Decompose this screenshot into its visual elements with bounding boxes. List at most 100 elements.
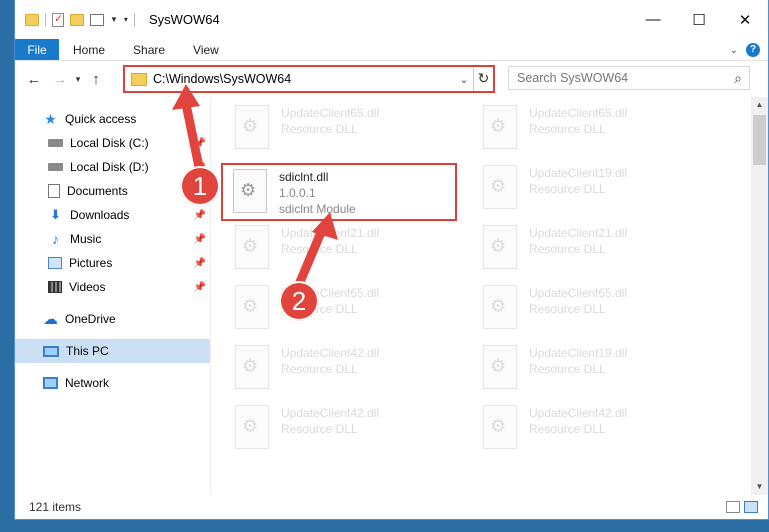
file-item[interactable]: UpdateClient65.dll Resource DLL (473, 101, 703, 157)
file-item[interactable]: UpdateClient42.dll Resource DLL (225, 401, 455, 457)
details-view-icon[interactable] (726, 501, 740, 513)
address-path[interactable]: C:\Windows\SysWOW64 (153, 72, 455, 86)
nav-item-videos[interactable]: Videos 📌 (15, 275, 210, 299)
file-name: sdiclnt.dll (279, 170, 329, 184)
file-description: Resource DLL (529, 122, 606, 136)
close-button[interactable]: ✕ (722, 0, 768, 39)
tab-view[interactable]: View (179, 39, 233, 60)
nav-item-local-disk-d[interactable]: Local Disk (D:) 📌 (15, 155, 210, 179)
tiles-view-icon[interactable] (744, 501, 758, 513)
nav-label: OneDrive (65, 312, 116, 326)
maximize-button[interactable]: ☐ (676, 0, 722, 39)
file-item[interactable]: UpdateClient19.dll Resource DLL (473, 341, 703, 397)
file-item-sdiclnt[interactable]: sdiclnt.dll 1.0.0.1 sdiclnt Module (221, 163, 457, 221)
nav-label: Downloads (70, 208, 130, 222)
search-placeholder: Search SysWOW64 (517, 71, 629, 85)
new-folder-icon[interactable] (70, 13, 84, 26)
nav-label: Quick access (65, 112, 137, 126)
chevron-down-icon[interactable]: ⌄ (455, 73, 473, 86)
file-name: UpdateClient65.dll (529, 286, 628, 300)
nav-item-downloads[interactable]: ⬇ Downloads 📌 (15, 203, 210, 227)
nav-item-quick-access[interactable]: ★ Quick access (15, 107, 210, 131)
documents-icon (48, 184, 60, 198)
file-name: UpdateClient65.dll (529, 106, 628, 120)
separator (45, 12, 46, 27)
file-description: Resource DLL (281, 362, 358, 376)
nav-item-this-pc[interactable]: This PC (15, 339, 210, 363)
dll-file-icon (235, 345, 269, 389)
nav-label: Local Disk (D:) (70, 160, 149, 174)
tab-home[interactable]: Home (59, 39, 119, 60)
minimize-button[interactable]: — (630, 0, 676, 39)
refresh-icon[interactable]: ↻ (473, 67, 493, 91)
search-icon[interactable]: ⌕ (727, 70, 749, 87)
file-description: Resource DLL (281, 122, 358, 136)
scroll-up-icon[interactable]: ▲ (751, 97, 768, 113)
file-description: Resource DLL (529, 302, 606, 316)
star-icon: ★ (44, 110, 57, 127)
properties-icon[interactable] (90, 13, 104, 26)
callout-badge-1: 1 (180, 166, 220, 206)
forward-icon[interactable]: → (49, 71, 71, 88)
nav-item-network[interactable]: Network (15, 371, 210, 395)
file-item[interactable]: UpdateClient65.dll Resource DLL (473, 281, 703, 337)
dll-file-icon (483, 225, 517, 269)
dll-file-icon (483, 345, 517, 389)
pin-icon: 📌 (193, 281, 206, 293)
ribbon-help: ⌄ ? (730, 43, 760, 57)
separator (133, 12, 135, 27)
nav-item-onedrive[interactable]: ☁ OneDrive (15, 307, 210, 331)
vertical-scrollbar[interactable]: ▲ ▼ (751, 97, 768, 495)
file-item[interactable]: UpdateClient19.dll Resource DLL (473, 161, 703, 217)
nav-label: This PC (66, 344, 109, 358)
file-description: Resource DLL (529, 242, 606, 256)
address-bar[interactable]: C:\Windows\SysWOW64 ⌄ ↻ (123, 65, 495, 93)
file-item[interactable]: UpdateClient21.dll Resource DLL (225, 221, 455, 277)
window-title: SysWOW64 (148, 12, 220, 27)
file-name: UpdateClient19.dll (529, 346, 628, 360)
properties-check-icon[interactable] (52, 12, 64, 27)
nav-item-pictures[interactable]: Pictures 📌 (15, 251, 210, 275)
tab-share[interactable]: Share (119, 39, 179, 60)
file-name: UpdateClient42.dll (281, 346, 380, 360)
nav-item-music[interactable]: ♪ Music 📌 (15, 227, 210, 251)
network-icon (43, 377, 58, 389)
music-icon: ♪ (52, 231, 59, 247)
customize-toolbar-icon[interactable]: ▾ (124, 15, 128, 24)
file-description: sdiclnt Module (279, 202, 356, 216)
up-icon[interactable]: ↑ (85, 71, 107, 88)
nav-item-local-disk-c[interactable]: Local Disk (C:) 📌 (15, 131, 210, 155)
callout-badge-2: 2 (279, 281, 319, 321)
tab-file[interactable]: File (15, 39, 59, 60)
nav-label: Music (70, 232, 102, 246)
file-item[interactable]: UpdateClient42.dll Resource DLL (473, 401, 703, 457)
file-version: 1.0.0.1 (279, 186, 316, 200)
content-area: ★ Quick access Local Disk (C:) 📌 Local D… (15, 97, 768, 495)
file-description: Resource DLL (529, 422, 606, 436)
file-name: UpdateClient42.dll (529, 406, 628, 420)
expand-ribbon-icon[interactable]: ⌄ (730, 45, 738, 56)
file-item[interactable]: UpdateClient65.dllResource DLL (225, 281, 455, 337)
dll-file-icon (483, 165, 517, 209)
help-icon[interactable]: ? (746, 43, 760, 57)
file-item[interactable]: UpdateClient65.dllResource DLL (225, 101, 455, 157)
scrollbar-thumb[interactable] (753, 115, 766, 165)
search-input[interactable]: Search SysWOW64 ⌕ (508, 66, 750, 90)
pictures-icon (48, 257, 62, 269)
file-description: Resource DLL (529, 182, 606, 196)
disk-icon (48, 139, 63, 147)
file-name: UpdateClient19.dll (529, 166, 628, 180)
file-item[interactable]: UpdateClient21.dll Resource DLL (473, 221, 703, 277)
window-controls: — ☐ ✕ (630, 0, 768, 39)
dll-file-icon (483, 285, 517, 329)
nav-label: Videos (69, 280, 106, 294)
chevron-down-icon[interactable]: ▼ (110, 15, 118, 24)
file-item[interactable]: UpdateClient42.dll Resource DLL (225, 341, 455, 397)
recent-locations-icon[interactable]: ▾ (71, 74, 85, 85)
scroll-down-icon[interactable]: ▼ (751, 479, 768, 495)
file-name: UpdateClient21.dll (529, 226, 628, 240)
address-row: ← → ▾ ↑ C:\Windows\SysWOW64 ⌄ ↻ Search S… (15, 61, 768, 97)
dll-file-icon (235, 405, 269, 449)
status-bar: 121 items (15, 495, 768, 519)
back-icon[interactable]: ← (23, 71, 45, 88)
